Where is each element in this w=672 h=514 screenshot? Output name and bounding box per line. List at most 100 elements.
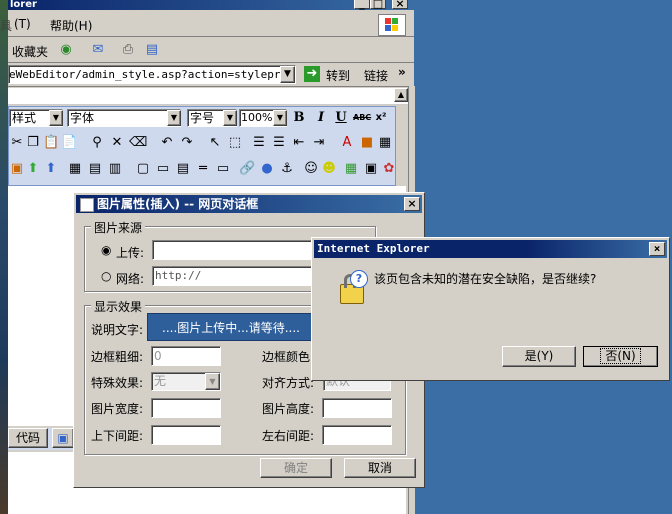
ordered-list-icon[interactable]: ☰ (251, 135, 267, 151)
address-input[interactable]: eWebEditor/admin_style.asp?action=stylep… (8, 65, 296, 84)
ie-menubar: 具 (T) 帮助(H) (0, 12, 414, 37)
globe-icon[interactable]: ● (259, 161, 275, 177)
image-height-input[interactable] (322, 398, 392, 418)
zoom-select-value: 100% (241, 111, 273, 124)
unordered-list-icon[interactable]: ☰ (271, 135, 287, 151)
hr-icon[interactable]: ═ (195, 161, 211, 177)
eraser-icon[interactable]: ⌫ (129, 135, 147, 151)
help-icon[interactable]: ✿ (381, 161, 397, 177)
menu-tools[interactable]: (T) (14, 17, 31, 31)
underline-button[interactable]: U (333, 110, 349, 126)
special-effect-arrow[interactable]: ▼ (205, 373, 220, 390)
emoticon-icon[interactable]: ☻ (321, 161, 337, 177)
alert-message: 该页包含未知的潜在安全缺陷，是否继续? (374, 272, 597, 286)
ie-close-button[interactable]: × (392, 0, 408, 10)
special-effect-label: 特殊效果: (91, 376, 144, 390)
favorites-button[interactable]: 收藏夹 (12, 43, 48, 60)
hspace-label: 左右间距: (262, 429, 315, 443)
indent-icon[interactable]: ⇥ (311, 135, 327, 151)
description-label: 说明文字: (91, 323, 144, 337)
superscript-button[interactable]: x² (373, 110, 389, 126)
undo-icon[interactable]: ↶ (159, 135, 175, 151)
media-icon[interactable]: ◉ (58, 42, 74, 58)
cancel-button[interactable]: 取消 (344, 458, 416, 478)
date-icon[interactable]: ▣ (363, 161, 379, 177)
text-color-icon[interactable]: A (339, 135, 355, 151)
copy-icon[interactable]: ❐ (25, 135, 41, 151)
web-radio[interactable]: ○ (101, 269, 111, 283)
style-select-arrow[interactable]: ▼ (49, 110, 63, 126)
font-select-arrow[interactable]: ▼ (167, 110, 181, 126)
address-dropdown-button[interactable]: ▼ (280, 66, 295, 83)
ie-maximize-button[interactable]: □ (370, 0, 386, 10)
anchor-icon[interactable]: ⚓ (279, 161, 295, 177)
image-width-label: 图片宽度: (91, 402, 144, 416)
code-mode-tab[interactable]: 代码 (8, 428, 48, 448)
ie-security-alert-dialog: Internet Explorer × ? 该页包含未知的潜在安全缺陷，是否继续… (311, 237, 670, 381)
redo-icon[interactable]: ↷ (179, 135, 195, 151)
select-area-icon[interactable]: ⬚ (227, 135, 243, 151)
mail-icon[interactable]: ✉ (90, 42, 106, 58)
uploading-status-banner: ....图片上传中...请等待.... (147, 313, 315, 341)
special-char-icon[interactable]: ☺ (303, 161, 319, 177)
image-dialog-titlebar: 图片属性(插入) -- 网页对话框 × (76, 195, 422, 213)
italic-button[interactable]: I (313, 110, 329, 126)
upload-radio[interactable]: ◉ (101, 243, 111, 257)
marquee-icon[interactable]: ▭ (215, 161, 231, 177)
border-width-input[interactable]: 0 (151, 346, 221, 366)
bold-button[interactable]: B (291, 110, 307, 126)
size-select-arrow[interactable]: ▼ (223, 110, 237, 126)
image-width-input[interactable] (151, 398, 221, 418)
select-pointer-icon[interactable]: ↖ (207, 135, 223, 151)
upload-label: 上传: (116, 246, 145, 260)
links-label[interactable]: 链接 (364, 67, 388, 84)
background-color-icon[interactable]: ■ (359, 135, 375, 151)
layer-icon[interactable]: ▢ (135, 161, 151, 177)
fieldset-icon[interactable]: ▭ (155, 161, 171, 177)
links-chevron-icon[interactable]: » (398, 65, 406, 79)
scroll-up-button[interactable]: ▲ (394, 88, 408, 102)
outdent-icon[interactable]: ⇤ (291, 135, 307, 151)
image-insert-icon[interactable]: ▣ (9, 161, 25, 177)
zoom-select-arrow[interactable]: ▼ (273, 110, 287, 126)
flash-icon[interactable]: ⬆ (25, 161, 41, 177)
delete-icon[interactable]: ✕ (109, 135, 125, 151)
print-icon[interactable]: ⎙ (120, 42, 136, 58)
format-icon[interactable]: ▦ (377, 135, 393, 151)
alert-yes-button[interactable]: 是(Y) (502, 346, 576, 367)
font-select[interactable]: 字体 (67, 109, 181, 127)
table-icon[interactable]: ▦ (67, 161, 83, 177)
paste-text-icon[interactable]: 📄 (61, 135, 77, 151)
image-dialog-title: 图片属性(插入) -- 网页对话框 (97, 197, 259, 211)
menu-help[interactable]: 帮助(H) (50, 17, 92, 34)
iframe-icon[interactable]: ▤ (175, 161, 191, 177)
media-insert-icon[interactable]: ⬆ (43, 161, 59, 177)
hspace-input[interactable] (322, 425, 392, 445)
find-icon[interactable]: ⚲ (89, 135, 105, 151)
go-button[interactable]: 转到 (326, 67, 350, 84)
hyperlink-icon[interactable]: 🔗 (239, 161, 255, 177)
edit-icon[interactable]: ▤ (144, 42, 160, 58)
border-color-label: 边框颜色 (262, 350, 311, 364)
page-area-top (8, 88, 408, 105)
alert-no-button[interactable]: 否(N) (583, 346, 658, 367)
excel-icon[interactable]: ▦ (343, 161, 359, 177)
ie-minimize-button[interactable]: _ (354, 0, 370, 10)
strikethrough-button[interactable]: ABC (353, 110, 371, 126)
ok-button[interactable]: 确定 (260, 458, 332, 478)
paste-icon[interactable]: 📋 (43, 135, 59, 151)
image-dialog-close-button[interactable]: × (404, 197, 420, 211)
alert-close-button[interactable]: × (649, 242, 665, 256)
code-mode-label: 代码 (15, 431, 40, 445)
menu-prefix[interactable]: 具 (0, 17, 12, 34)
cancel-button-label: 取消 (367, 461, 392, 475)
web-url-value: http:// (155, 269, 202, 282)
table-cell-icon[interactable]: ▥ (107, 161, 123, 177)
address-text: eWebEditor/admin_style.asp?action=stylep… (9, 68, 296, 81)
cut-icon[interactable]: ✂ (9, 135, 25, 151)
preview-mode-tab[interactable]: ▣ (52, 428, 74, 448)
font-select-value: 字体 (70, 111, 95, 125)
vspace-input[interactable] (151, 425, 221, 445)
table-row-icon[interactable]: ▤ (87, 161, 103, 177)
go-arrow-icon[interactable]: ➜ (304, 66, 320, 82)
